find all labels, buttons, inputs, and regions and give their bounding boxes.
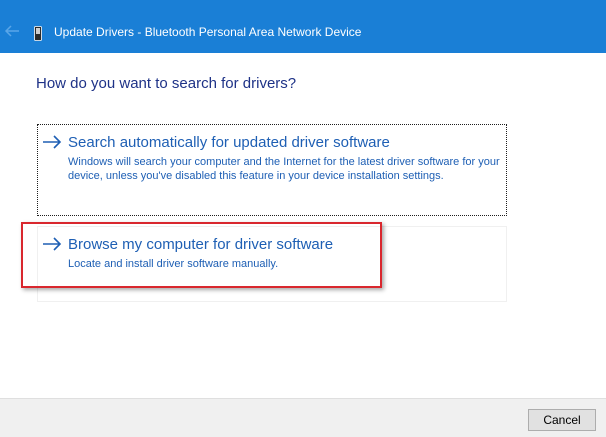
search-automatically-option[interactable]: Search automatically for updated driver … <box>37 124 507 216</box>
back-arrow-icon[interactable] <box>4 24 20 38</box>
option-description: Locate and install driver software manua… <box>68 258 279 270</box>
page-heading: How do you want to search for drivers? <box>36 75 297 92</box>
cancel-button[interactable]: Cancel <box>528 409 596 431</box>
option-description: Windows will search your computer and th… <box>68 156 500 182</box>
option-title: Search automatically for updated driver … <box>68 134 390 151</box>
window-titlebar: Update Drivers - Bluetooth Personal Area… <box>0 0 606 53</box>
device-icon <box>34 26 42 41</box>
window-title: Update Drivers - Bluetooth Personal Area… <box>54 25 362 39</box>
browse-computer-option[interactable]: Browse my computer for driver software L… <box>37 226 507 302</box>
right-arrow-icon <box>43 135 62 149</box>
right-arrow-icon <box>43 237 62 251</box>
dialog-footer <box>0 398 606 437</box>
option-title: Browse my computer for driver software <box>68 236 334 253</box>
